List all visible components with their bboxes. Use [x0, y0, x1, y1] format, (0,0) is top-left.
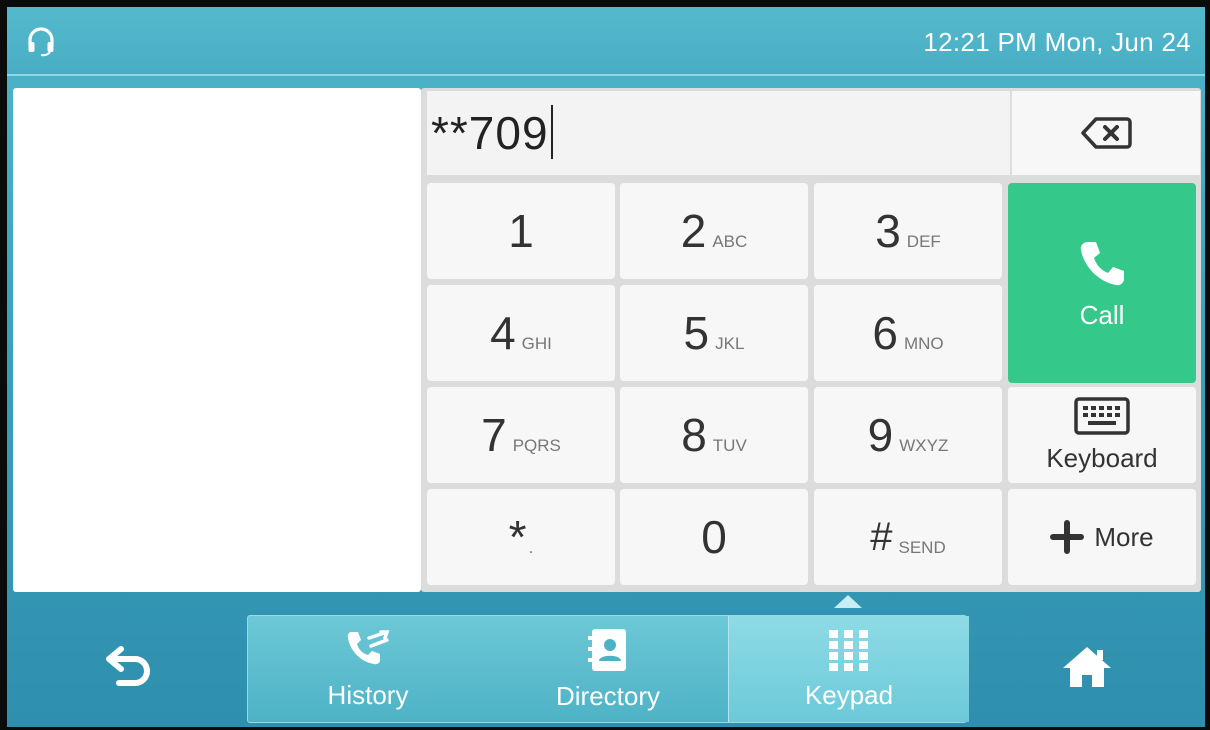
key-2[interactable]: 2 ABC — [620, 183, 808, 279]
key-digit: 6 — [872, 307, 898, 359]
dial-number-field[interactable]: **709 — [427, 91, 1010, 175]
key-6[interactable]: 6 MNO — [814, 285, 1002, 381]
status-bar: 12:21 PM Mon, Jun 24 — [7, 7, 1205, 75]
key-letters: PQRS — [512, 436, 561, 455]
call-label: Call — [1079, 299, 1125, 330]
active-tab-indicator — [834, 595, 862, 608]
more-label: More — [1094, 521, 1154, 552]
key-digit: 9 — [867, 409, 894, 461]
key-letters: MNO — [903, 334, 944, 353]
keyboard-button[interactable]: Keyboard — [1008, 387, 1196, 483]
key-letters: GHI — [521, 334, 552, 353]
tab-history[interactable]: History — [248, 616, 488, 722]
keyboard-icon — [1074, 396, 1130, 435]
backspace-button[interactable] — [1011, 91, 1200, 175]
tab-directory-label: Directory — [555, 680, 660, 711]
phone-screen: 12:21 PM Mon, Jun 24 **709 1 2 ABC 3 DEF… — [7, 7, 1205, 727]
status-clock: 12:21 PM Mon, Jun 24 — [923, 27, 1191, 57]
key-letters: . — [528, 538, 534, 557]
key-letters: WXYZ — [899, 436, 949, 455]
keyboard-label: Keyboard — [1046, 442, 1158, 473]
key-7[interactable]: 7 PQRS — [427, 387, 615, 483]
back-button[interactable] — [89, 627, 169, 707]
directory-icon — [588, 628, 626, 671]
key-letters: JKL — [715, 334, 745, 353]
key-digit: 4 — [490, 307, 516, 359]
home-button[interactable] — [1047, 627, 1127, 707]
key-8[interactable]: 8 TUV — [620, 387, 808, 483]
dial-number-value: **709 — [431, 107, 549, 159]
tab-history-label: History — [327, 679, 409, 710]
call-button[interactable]: Call — [1008, 183, 1196, 383]
headset-icon — [28, 27, 54, 57]
key-digit: 0 — [701, 511, 727, 563]
key-hash[interactable]: # SEND — [814, 489, 1002, 585]
keypad-icon — [829, 629, 868, 671]
history-icon — [347, 629, 390, 664]
key-9[interactable]: 9 WXYZ — [814, 387, 1002, 483]
status-divider — [7, 74, 1205, 76]
key-digit: # — [870, 514, 893, 559]
tab-keypad-label: Keypad — [804, 679, 894, 710]
tab-keypad[interactable]: Keypad — [728, 616, 969, 722]
tab-directory[interactable]: Directory — [488, 616, 728, 722]
key-5[interactable]: 5 JKL — [620, 285, 808, 381]
key-digit: * — [508, 511, 527, 563]
key-star[interactable]: * . — [427, 489, 615, 585]
phone-icon — [1080, 241, 1124, 285]
key-0[interactable]: 0 — [620, 489, 808, 585]
key-digit: 3 — [875, 205, 901, 257]
plus-icon — [1050, 520, 1085, 554]
key-4[interactable]: 4 GHI — [427, 285, 615, 381]
key-letters: TUV — [712, 436, 747, 455]
key-digit: 2 — [680, 205, 707, 257]
back-icon — [106, 646, 150, 686]
key-letters: SEND — [898, 538, 946, 557]
key-digit: 8 — [681, 409, 707, 461]
key-letters: ABC — [712, 232, 748, 251]
key-1[interactable]: 1 — [427, 183, 615, 279]
key-digit: 1 — [508, 205, 534, 257]
info-panel — [13, 88, 421, 592]
key-3[interactable]: 3 DEF — [814, 183, 1002, 279]
home-icon — [1063, 647, 1111, 687]
tab-bar: History Directory Keypad — [247, 615, 969, 723]
text-caret — [550, 105, 553, 159]
key-digit: 7 — [481, 409, 507, 461]
backspace-icon — [1081, 117, 1132, 149]
more-button[interactable]: More — [1008, 489, 1196, 585]
key-digit: 5 — [683, 307, 710, 359]
key-letters: DEF — [906, 232, 941, 251]
